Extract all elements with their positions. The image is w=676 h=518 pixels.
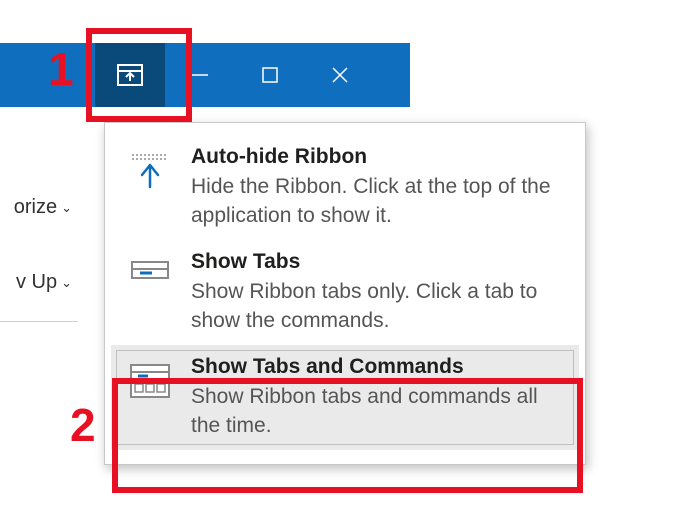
annotation-number-2: 2 xyxy=(70,398,96,452)
chevron-down-icon: ⌄ xyxy=(61,200,72,216)
ribbon-display-options-button[interactable] xyxy=(95,43,165,107)
ribbon-divider xyxy=(0,321,78,322)
close-button[interactable] xyxy=(305,43,375,107)
minimize-icon xyxy=(190,65,210,85)
ribbon-display-options-menu: Auto-hide Ribbon Hide the Ribbon. Click … xyxy=(104,122,586,465)
menu-item-title: Show Tabs and Commands xyxy=(191,353,567,381)
menu-item-title: Auto-hide Ribbon xyxy=(191,143,567,171)
menu-item-show-tabs-and-commands[interactable]: Show Tabs and Commands Show Ribbon tabs … xyxy=(111,345,579,450)
auto-hide-ribbon-icon xyxy=(123,143,177,230)
menu-item-description: Show Ribbon tabs only. Click a tab to sh… xyxy=(191,278,567,335)
maximize-icon xyxy=(260,65,280,85)
ribbon-button-followup[interactable]: v Up ⌄ xyxy=(0,265,78,300)
menu-item-description: Hide the Ribbon. Click at the top of the… xyxy=(191,173,567,230)
show-tabs-icon xyxy=(123,248,177,335)
ribbon-button-categorize[interactable]: orize ⌄ xyxy=(0,190,78,225)
show-tabs-and-commands-icon xyxy=(123,353,177,440)
maximize-button[interactable] xyxy=(235,43,305,107)
ribbon-button-label: orize xyxy=(14,196,57,219)
menu-item-description: Show Ribbon tabs and commands all the ti… xyxy=(191,383,567,440)
ribbon-commands-partial: orize ⌄ v Up ⌄ xyxy=(0,190,78,340)
menu-item-auto-hide-ribbon[interactable]: Auto-hide Ribbon Hide the Ribbon. Click … xyxy=(105,135,585,240)
menu-item-show-tabs[interactable]: Show Tabs Show Ribbon tabs only. Click a… xyxy=(105,240,585,345)
close-icon xyxy=(329,64,351,86)
ribbon-button-label: v Up xyxy=(16,271,57,294)
chevron-down-icon: ⌄ xyxy=(61,275,72,291)
menu-item-title: Show Tabs xyxy=(191,248,567,276)
window-titlebar xyxy=(0,43,410,107)
ribbon-options-icon xyxy=(116,61,144,89)
minimize-button[interactable] xyxy=(165,43,235,107)
